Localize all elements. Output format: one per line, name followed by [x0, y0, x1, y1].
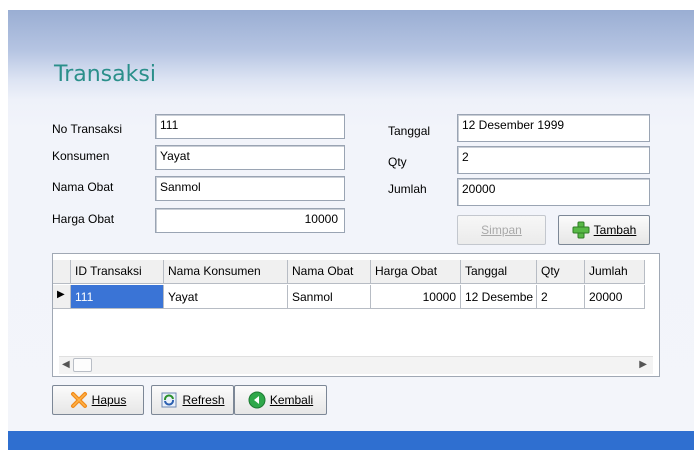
plus-icon [572, 221, 590, 239]
col-header[interactable]: Jumlah [585, 260, 645, 284]
tanggal-field[interactable]: 12 Desember 1999 [457, 114, 650, 142]
col-header[interactable]: Nama Konsumen [164, 260, 288, 284]
label-jumlah: Jumlah [388, 182, 427, 196]
label-qty: Qty [388, 155, 407, 169]
label-nama-obat: Nama Obat [52, 180, 114, 194]
col-header[interactable]: Nama Obat [288, 260, 371, 284]
scrollbar-thumb[interactable] [73, 358, 92, 372]
kembali-label: Kembali [269, 393, 314, 407]
label-no-transaksi: No Transaksi [52, 122, 123, 136]
table-cell[interactable]: Yayat [164, 285, 288, 309]
nama-obat-field[interactable]: Sanmol [155, 176, 345, 201]
hapus-button[interactable]: Hapus [52, 385, 144, 415]
row-indicator-icon: ▶ [53, 285, 71, 309]
col-header[interactable]: ID Transaksi [71, 260, 164, 284]
delete-icon [70, 391, 88, 409]
table-cell[interactable]: 20000 [585, 285, 645, 309]
transaksi-form: Transaksi No Transaksi Konsumen Nama Oba… [8, 10, 694, 450]
table-cell[interactable]: Sanmol [288, 285, 371, 309]
table-cell[interactable]: 12 Desembe [461, 285, 537, 309]
qty-field[interactable]: 2 [457, 146, 650, 174]
refresh-button[interactable]: Refresh [151, 385, 234, 415]
transaksi-table[interactable]: ID Transaksi Nama Konsumen Nama Obat Har… [52, 253, 660, 377]
label-harga-obat: Harga Obat [52, 212, 115, 226]
table-cell[interactable]: 10000 [371, 285, 461, 309]
kembali-button[interactable]: Kembali [234, 385, 327, 415]
simpan-label: Simpan [481, 223, 522, 237]
col-header[interactable]: Harga Obat [371, 260, 461, 284]
konsumen-field[interactable]: Yayat [155, 145, 345, 170]
hapus-label: Hapus [91, 393, 127, 407]
table-cell-selected[interactable]: 111 [71, 285, 164, 309]
tambah-label: Tambah [593, 223, 637, 237]
table-header: ID Transaksi Nama Konsumen Nama Obat Har… [53, 260, 645, 284]
row-header-corner [53, 260, 71, 284]
no-transaksi-field[interactable]: 111 [155, 114, 345, 139]
tambah-button[interactable]: Tambah [558, 215, 650, 245]
col-header[interactable]: Tanggal [461, 260, 537, 284]
simpan-button[interactable]: Simpan [457, 215, 546, 245]
page-title: Transaksi [54, 62, 156, 87]
horizontal-scrollbar[interactable]: ◀ ▶ [59, 356, 653, 374]
table-cell[interactable]: 2 [537, 285, 585, 309]
label-konsumen: Konsumen [52, 149, 110, 163]
back-icon [248, 391, 266, 409]
jumlah-field[interactable]: 20000 [457, 178, 650, 206]
scroll-right-icon[interactable]: ▶ [639, 359, 647, 370]
col-header[interactable]: Qty [537, 260, 585, 284]
table-row[interactable]: ▶ 111 Yayat Sanmol 10000 12 Desembe 2 20… [53, 285, 645, 309]
label-tanggal: Tanggal [388, 124, 431, 138]
harga-obat-field[interactable]: 10000 [155, 208, 345, 233]
scroll-left-icon[interactable]: ◀ [62, 359, 70, 370]
refresh-icon [160, 391, 178, 409]
footer-bar [8, 431, 694, 450]
refresh-label: Refresh [182, 393, 225, 407]
